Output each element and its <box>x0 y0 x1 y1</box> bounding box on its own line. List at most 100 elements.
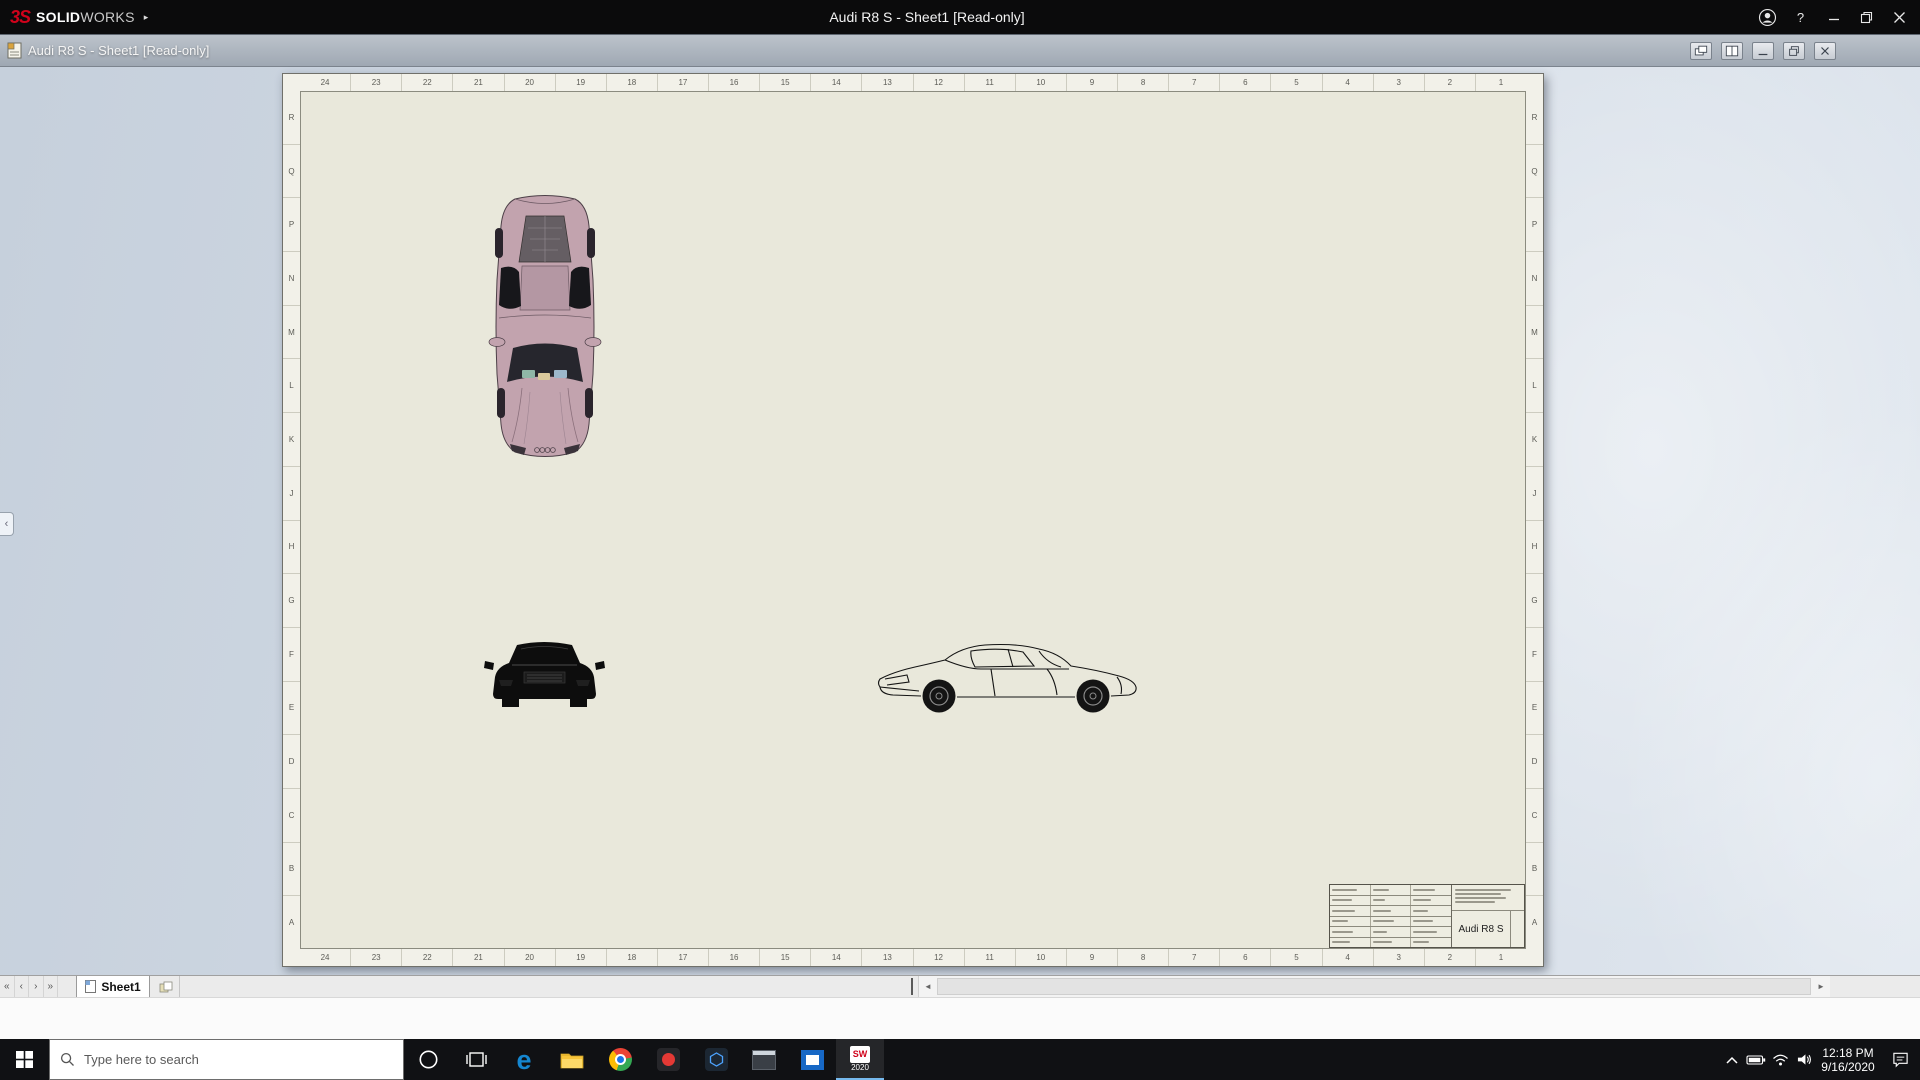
zone-label: 21 <box>453 74 504 91</box>
zone-label: H <box>283 521 300 575</box>
clock-date: 9/16/2020 <box>1816 1060 1880 1074</box>
zone-label: N <box>1526 252 1543 306</box>
doc-close-button[interactable] <box>1814 42 1836 60</box>
taskbar-search[interactable] <box>49 1039 404 1080</box>
scroll-right-button[interactable]: ► <box>1812 976 1830 997</box>
minimize-button[interactable] <box>1817 0 1850 34</box>
taskbar-app-edrawings[interactable] <box>692 1039 740 1080</box>
zone-label: 20 <box>505 949 556 966</box>
zone-label: P <box>283 198 300 252</box>
zone-label: 8 <box>1118 74 1169 91</box>
tile-windows-button[interactable] <box>1721 42 1743 60</box>
app-title-bar: 3S SOLID WORKS ▸ Audi R8 S - Sheet1 [Rea… <box>0 0 1920 34</box>
taskbar-app-window[interactable] <box>740 1039 788 1080</box>
taskbar-app-edge[interactable]: e <box>500 1039 548 1080</box>
taskbar-clock[interactable]: 12:18 PM 9/16/2020 <box>1816 1046 1880 1074</box>
doc-minimize-button[interactable] <box>1752 42 1774 60</box>
zone-label: 5 <box>1271 74 1322 91</box>
windows-logo-icon <box>16 1051 33 1068</box>
doc-restore-button[interactable] <box>1783 42 1805 60</box>
horizontal-scrollbar[interactable]: ◄ ► <box>918 976 1830 997</box>
close-icon <box>1893 11 1906 24</box>
zone-label: 13 <box>862 949 913 966</box>
zone-label: K <box>1526 413 1543 467</box>
taskbar-app-file-explorer[interactable] <box>548 1039 596 1080</box>
zone-label: H <box>1526 521 1543 575</box>
zone-label: D <box>283 735 300 789</box>
zone-label: R <box>1526 91 1543 145</box>
tab-sheet1[interactable]: Sheet1 <box>76 976 150 997</box>
zone-label: 20 <box>505 74 556 91</box>
title-block: Audi R8 S <box>1329 884 1525 948</box>
taskbar-app-solidworks[interactable]: SW 2020 <box>836 1039 884 1080</box>
zone-label: Q <box>283 145 300 199</box>
restore-button[interactable] <box>1850 0 1883 34</box>
search-input[interactable] <box>84 1052 393 1067</box>
ruler-top: 242322212019181716151413121110987654321 <box>300 74 1526 91</box>
battery-status[interactable] <box>1744 1039 1768 1080</box>
zone-label: 15 <box>760 949 811 966</box>
zone-label: 12 <box>914 949 965 966</box>
solidworks-year-badge: 2020 <box>851 1063 869 1072</box>
zone-label: 10 <box>1016 74 1067 91</box>
first-sheet-button[interactable]: « <box>0 976 15 997</box>
zone-label: 6 <box>1220 949 1271 966</box>
tray-overflow-button[interactable] <box>1720 1039 1744 1080</box>
help-button[interactable]: ? <box>1784 0 1817 34</box>
start-button[interactable] <box>0 1039 49 1080</box>
zone-label: C <box>1526 789 1543 843</box>
zone-label: 24 <box>300 74 351 91</box>
scroll-left-button[interactable]: ◄ <box>919 976 937 997</box>
action-center-button[interactable] <box>1880 1039 1920 1080</box>
sheet-icon <box>85 980 96 993</box>
zone-label: 13 <box>862 74 913 91</box>
zone-label: 14 <box>811 949 862 966</box>
zone-label: F <box>1526 628 1543 682</box>
zone-label: 19 <box>556 949 607 966</box>
close-button[interactable] <box>1883 0 1916 34</box>
zone-label: 10 <box>1016 949 1067 966</box>
sheet-tab-label: Sheet1 <box>101 980 140 994</box>
network-status[interactable] <box>1768 1039 1792 1080</box>
pane-splitter-handle[interactable] <box>911 978 913 995</box>
taskbar-app-media[interactable] <box>644 1039 692 1080</box>
zone-label: N <box>283 252 300 306</box>
volume-status[interactable] <box>1792 1039 1816 1080</box>
account-button[interactable] <box>1751 0 1784 34</box>
restore-icon <box>1860 11 1873 24</box>
window-app-icon <box>752 1050 776 1070</box>
zone-label: 2 <box>1425 949 1476 966</box>
scrollbar-thumb[interactable] <box>937 978 1811 995</box>
zone-label: G <box>283 574 300 628</box>
drawing-view-top[interactable] <box>486 192 604 462</box>
zone-label: 23 <box>351 949 402 966</box>
sheets-stack-icon <box>159 981 173 993</box>
zone-label: 1 <box>1476 74 1526 91</box>
zone-label: 3 <box>1374 949 1425 966</box>
sheet-nav-buttons: « ‹ › » <box>0 976 58 997</box>
windows-taskbar: e SW 2020 12:18 PM <box>0 1039 1920 1080</box>
drawing-view-front[interactable] <box>483 636 606 716</box>
zone-label: E <box>283 682 300 736</box>
sheet-properties-tab[interactable] <box>152 976 180 997</box>
graphics-viewport[interactable]: ‹ 24232221201918171615141312111098765432… <box>0 67 1920 975</box>
cascade-windows-button[interactable] <box>1690 42 1712 60</box>
taskbar-app-monitor[interactable] <box>788 1039 836 1080</box>
taskbar-app-chrome[interactable] <box>596 1039 644 1080</box>
previous-sheet-button[interactable]: ‹ <box>15 976 30 997</box>
zone-label: 11 <box>965 949 1016 966</box>
task-view-button[interactable] <box>452 1039 500 1080</box>
next-sheet-button[interactable]: › <box>29 976 44 997</box>
zone-label: M <box>283 306 300 360</box>
zone-label: 2 <box>1425 74 1476 91</box>
battery-icon <box>1746 1053 1766 1067</box>
ruler-left: RQPNMLKJHGFEDCBA <box>283 91 300 949</box>
drawing-view-side[interactable] <box>871 639 1147 719</box>
last-sheet-button[interactable]: » <box>44 976 59 997</box>
car-side-view-drawing <box>871 639 1147 719</box>
chrome-icon <box>609 1048 632 1071</box>
featuremanager-collapsed-tab[interactable]: ‹ <box>0 512 14 536</box>
drawing-sheet-canvas[interactable]: Audi R8 S <box>300 91 1526 949</box>
cortana-button[interactable] <box>404 1039 452 1080</box>
zone-label: R <box>283 91 300 145</box>
